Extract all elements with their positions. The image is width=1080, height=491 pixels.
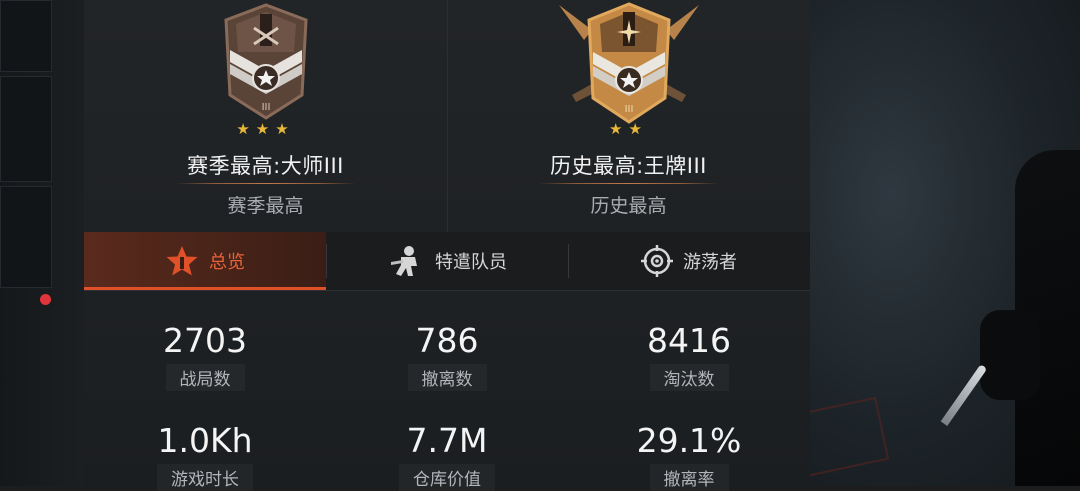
stat-matches: 2703 战局数	[84, 322, 326, 391]
stat-extractions: 786 撤离数	[326, 322, 568, 391]
svg-text:III: III	[261, 102, 270, 113]
tab-operators[interactable]: 特遣队员	[326, 232, 568, 290]
stat-label: 游戏时长	[157, 464, 253, 491]
left-side-panel	[0, 0, 84, 486]
stat-playtime: 1.0Kh 游戏时长	[84, 422, 326, 491]
svg-text:III: III	[624, 104, 633, 115]
rank-title: 历史最高:王牌III	[550, 154, 707, 178]
rank-stars: ★★	[609, 120, 648, 138]
stat-label: 撤离数	[407, 364, 487, 391]
rank-subtitle: 历史最高	[590, 195, 667, 217]
operator-icon	[391, 246, 417, 276]
rank-title: 赛季最高:大师III	[187, 154, 344, 178]
rank-stars: ★★★	[236, 120, 295, 138]
rank-subtitle: 赛季最高	[227, 195, 304, 217]
stat-label: 淘汰数	[649, 364, 729, 391]
history-rank-block[interactable]: III ★★ 历史最高:王牌III 历史最高	[447, 0, 810, 232]
knife-icon	[940, 364, 988, 426]
ace-rank-badge-icon: III	[558, 2, 699, 124]
stat-label: 撤离率	[649, 464, 729, 491]
rank-title-underline	[175, 183, 356, 184]
stat-value: 2703	[163, 321, 247, 360]
stats-tab-bar: 总览 特遣队员 游荡者	[84, 232, 810, 291]
character-arm	[980, 310, 1040, 400]
stat-value: 1.0Kh	[157, 421, 253, 460]
stat-value: 7.7M	[406, 421, 488, 460]
stat-extraction-rate: 29.1% 撤离率	[568, 422, 810, 491]
stat-eliminations: 8416 淘汰数	[568, 322, 810, 391]
tab-rovers[interactable]: 游荡者	[568, 232, 810, 290]
stats-panel: III ★★★ 赛季最高:大师III 赛季最高 III ★★ 历史最高:王牌II…	[84, 0, 810, 491]
tab-label: 总览	[209, 252, 245, 273]
background-decal	[810, 396, 890, 486]
star-rank-icon	[166, 246, 198, 276]
tab-overview[interactable]: 总览	[84, 232, 326, 290]
character-scene	[810, 0, 1080, 486]
stat-value: 786	[415, 321, 479, 360]
stat-label: 仓库价值	[399, 464, 495, 491]
stat-label: 战局数	[165, 364, 245, 391]
side-panel-box	[0, 0, 52, 72]
side-panel-box	[0, 186, 52, 288]
season-rank-block[interactable]: III ★★★ 赛季最高:大师III 赛季最高	[84, 0, 447, 232]
crosshair-icon	[641, 245, 673, 277]
rank-title-underline	[538, 183, 719, 184]
stat-stash-value: 7.7M 仓库价值	[326, 422, 568, 491]
tab-label: 特遣队员	[435, 252, 507, 273]
master-rank-badge-icon: III	[223, 3, 308, 120]
stat-value: 8416	[647, 321, 731, 360]
stat-value: 29.1%	[636, 421, 742, 460]
tab-label: 游荡者	[683, 252, 737, 273]
side-panel-box	[0, 76, 52, 182]
notification-dot	[40, 294, 51, 305]
